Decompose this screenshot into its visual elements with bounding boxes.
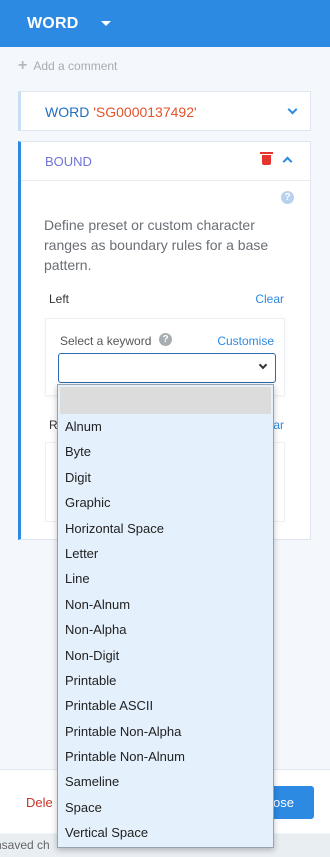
plus-icon: + xyxy=(18,57,28,74)
customise-link[interactable]: Customise xyxy=(217,334,274,348)
add-comment-label: Add a comment xyxy=(33,59,118,73)
left-label: Left xyxy=(49,292,70,306)
dropdown-blank-option[interactable] xyxy=(60,387,271,414)
window-header: WORD xyxy=(0,0,330,47)
dropdown-option[interactable]: Vertical Space xyxy=(58,820,273,845)
dropdown-option[interactable]: Non-Alpha xyxy=(58,617,273,642)
header-title[interactable]: WORD xyxy=(27,15,78,33)
divider xyxy=(21,180,311,181)
keyword-dropdown-list[interactable]: Alnum Byte Digit Graphic Horizontal Space Let… xyxy=(57,384,274,848)
dropdown-option[interactable]: Horizontal Space xyxy=(58,516,273,541)
bound-title[interactable]: BOUND xyxy=(45,154,92,169)
chevron-up-icon[interactable] xyxy=(282,156,293,167)
dropdown-option[interactable]: Digit xyxy=(58,465,273,490)
dropdown-option[interactable]: Graphic xyxy=(58,490,273,515)
dropdown-option[interactable]: Non-Digit xyxy=(58,643,273,668)
add-comment-button[interactable]: + Add a comment xyxy=(18,57,118,74)
dropdown-option[interactable]: Letter xyxy=(58,541,273,566)
dropdown-option[interactable]: Sameline xyxy=(58,769,273,794)
help-icon[interactable]: ? xyxy=(281,191,294,204)
dropdown-option[interactable]: Non-Alnum xyxy=(58,592,273,617)
dropdown-option[interactable]: Printable Non-Alpha xyxy=(58,719,273,744)
chevron-down-icon xyxy=(258,360,268,370)
word-card-label: WORD 'SG0000137492' xyxy=(45,104,197,120)
chevron-down-icon[interactable] xyxy=(287,104,298,115)
status-text: nsaved ch xyxy=(0,838,50,852)
keyword-label: Select a keyword xyxy=(60,334,152,348)
dropdown-option[interactable]: Line xyxy=(58,566,273,591)
keyword-select[interactable] xyxy=(58,353,276,383)
dropdown-option[interactable]: Space xyxy=(58,795,273,820)
help-icon[interactable]: ? xyxy=(159,333,172,346)
dropdown-option[interactable]: Printable ASCII xyxy=(58,693,273,718)
dropdown-option[interactable]: Byte xyxy=(58,439,273,464)
trash-icon[interactable] xyxy=(260,152,273,165)
dropdown-option[interactable]: Printable Non-Alnum xyxy=(58,744,273,769)
bound-description: Define preset or custom character ranges… xyxy=(44,217,269,273)
delete-button[interactable]: Dele xyxy=(26,795,53,810)
left-clear-link[interactable]: Clear xyxy=(255,292,284,306)
word-card-value: 'SG0000137492' xyxy=(93,104,197,120)
dropdown-option[interactable]: Printable xyxy=(58,668,273,693)
caret-down-icon[interactable] xyxy=(101,21,111,26)
dropdown-option[interactable]: Alnum xyxy=(58,414,273,439)
word-card[interactable]: WORD 'SG0000137492' xyxy=(18,91,311,131)
